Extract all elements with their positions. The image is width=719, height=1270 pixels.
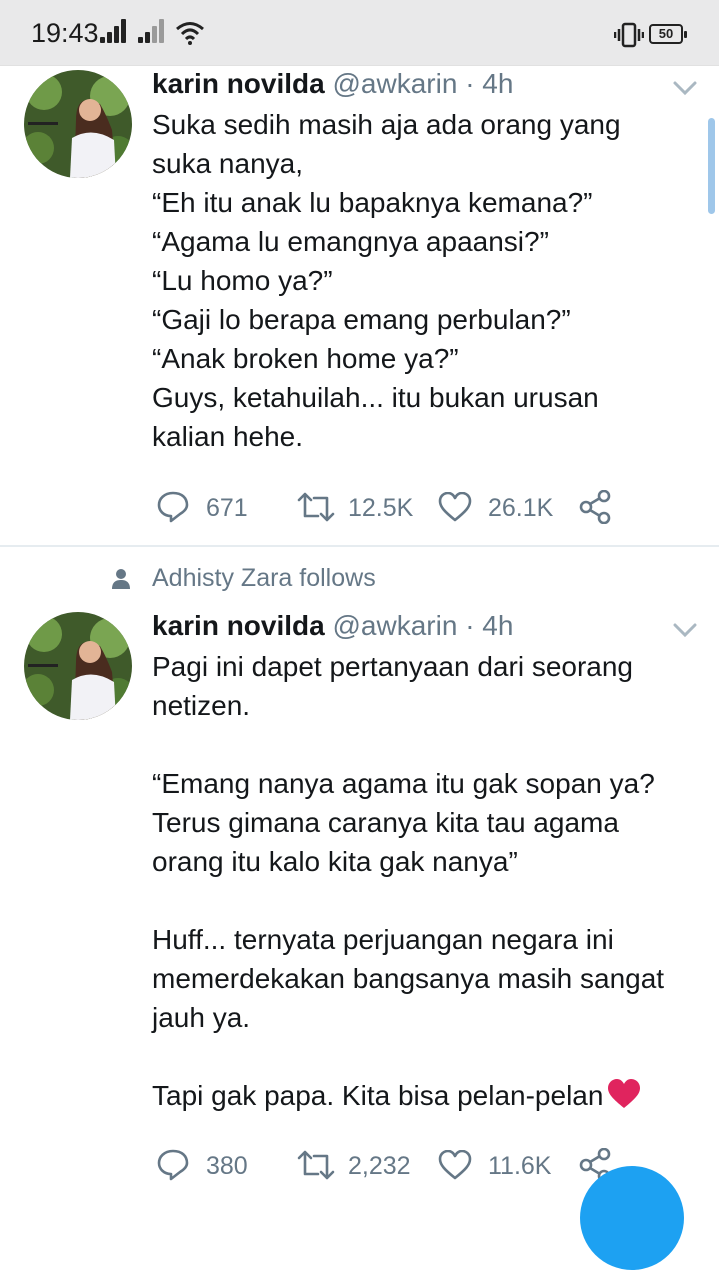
- tweet-time: 4h: [482, 68, 514, 99]
- compose-fab-button[interactable]: [580, 1166, 684, 1270]
- like-icon[interactable]: [438, 1150, 472, 1180]
- tweet-line: orang itu kalo kita gak nanya”: [152, 846, 518, 877]
- tweet-line: memerdekakan bangsanya masih sangat: [152, 963, 665, 994]
- tweet-line: kalian hehe.: [152, 421, 304, 452]
- tweet-line: suka nanya,: [152, 148, 303, 179]
- like-icon[interactable]: [438, 492, 472, 522]
- battery-icon: 50: [649, 24, 687, 44]
- tweet-line: “Gaji lo berapa emang perbulan?”: [152, 304, 571, 335]
- retweet-count: 2,232: [348, 1152, 411, 1180]
- chevron-down-icon[interactable]: [672, 80, 698, 96]
- tweet-text: Suka sedih masih aja ada orang yang suka…: [152, 105, 712, 456]
- social-context: Adhisty Zara follows: [0, 562, 719, 596]
- red-heart-emoji-icon: [608, 1079, 641, 1108]
- tweet-line: “Agama lu emangnya apaansi?”: [152, 226, 549, 257]
- separator-dot: ·: [465, 610, 475, 641]
- social-context-text: Adhisty Zara follows: [152, 564, 376, 592]
- tweet-header: karin novilda @awkarin · 4h: [152, 68, 513, 100]
- reply-icon[interactable]: [156, 1148, 190, 1182]
- tweet-line-last: Tapi gak papa. Kita bisa pelan-pelan: [152, 1076, 712, 1115]
- signal-2-icon: [138, 19, 168, 43]
- author-name[interactable]: karin novilda: [152, 68, 325, 99]
- retweet-icon[interactable]: [296, 1150, 336, 1180]
- tweet-line: Pagi ini dapet pertanyaan dari seorang: [152, 651, 634, 682]
- vibrate-icon: [614, 22, 644, 48]
- status-time: 19:43: [31, 18, 99, 48]
- tweet-line: jauh ya.: [152, 1002, 251, 1033]
- tweet-line: Guys, ketahuilah... itu bukan urusan: [152, 382, 599, 413]
- person-icon: [112, 569, 130, 589]
- tweet-header: karin novilda @awkarin · 4h: [152, 610, 513, 642]
- tweet-line: Terus gimana caranya kita tau agama: [152, 807, 619, 838]
- retweet-count: 12.5K: [348, 494, 414, 522]
- tweet-line: “Lu homo ya?”: [152, 265, 333, 296]
- share-icon[interactable]: [578, 490, 612, 524]
- retweet-icon[interactable]: [296, 492, 336, 522]
- tweet-time: 4h: [482, 610, 514, 641]
- tweet-line: “Anak broken home ya?”: [152, 343, 459, 374]
- author-name[interactable]: karin novilda: [152, 610, 325, 641]
- tweet-line: netizen.: [152, 690, 251, 721]
- tweet-line: Tapi gak papa. Kita bisa pelan-pelan: [152, 1080, 604, 1111]
- wifi-icon: [176, 22, 204, 45]
- tweet-divider: [0, 545, 719, 547]
- signal-icon: [100, 19, 130, 43]
- separator-dot: ·: [465, 68, 475, 99]
- author-handle[interactable]: @awkarin: [333, 610, 458, 641]
- avatar[interactable]: [24, 70, 132, 178]
- like-count: 11.6K: [488, 1152, 552, 1180]
- author-handle[interactable]: @awkarin: [333, 68, 458, 99]
- status-bar: 19:43 50: [0, 0, 719, 66]
- reply-count: 671: [206, 494, 248, 522]
- tweet-actions: 671 12.5K 26.1K: [0, 488, 719, 528]
- like-count: 26.1K: [488, 494, 554, 522]
- tweet-line: Huff... ternyata perjuangan negara ini: [152, 924, 614, 955]
- avatar[interactable]: [24, 612, 132, 720]
- tweet-text: Pagi ini dapet pertanyaan dari seorang n…: [152, 647, 712, 1115]
- reply-icon[interactable]: [156, 490, 190, 524]
- tweet-line: Suka sedih masih aja ada orang yang: [152, 109, 621, 140]
- reply-count: 380: [206, 1152, 248, 1180]
- tweet-line: “Eh itu anak lu bapaknya kemana?”: [152, 187, 593, 218]
- chevron-down-icon[interactable]: [672, 622, 698, 638]
- tweet-line: “Emang nanya agama itu gak sopan ya?: [152, 768, 655, 799]
